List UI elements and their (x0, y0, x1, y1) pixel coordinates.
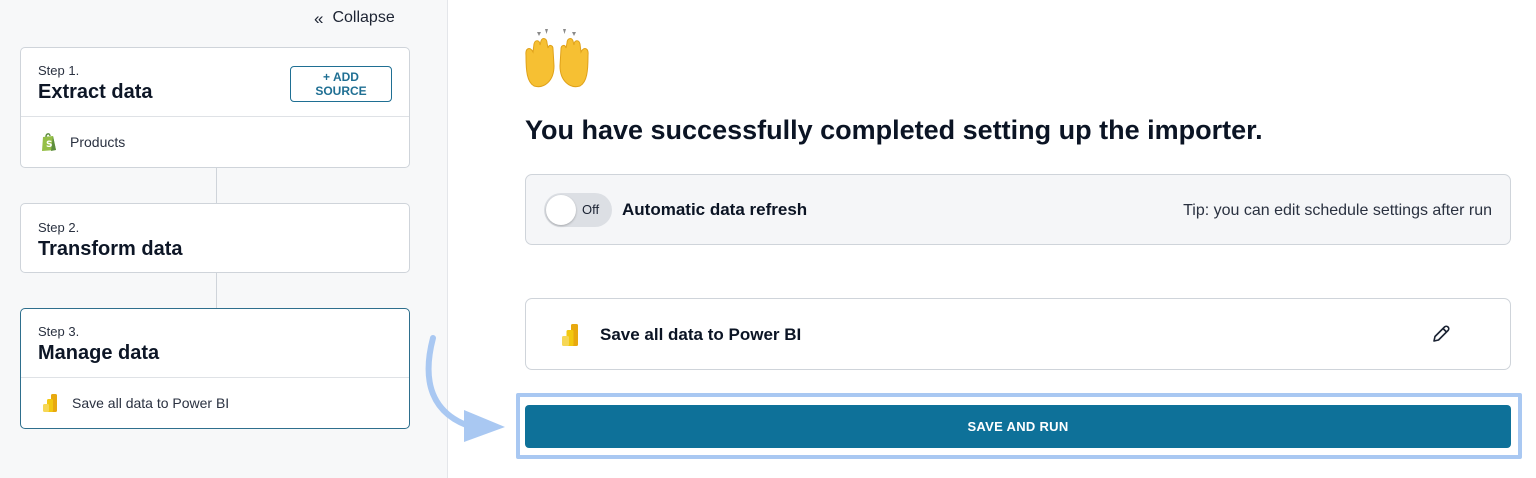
add-source-button[interactable]: + ADD SOURCE (290, 66, 392, 102)
shopify-icon: S (40, 132, 58, 152)
step-title: Transform data (38, 238, 183, 260)
step-connector (216, 273, 217, 308)
destination-panel: Save all data to Power BI (525, 298, 1511, 370)
power-bi-icon (559, 323, 581, 347)
destination-item-label: Save all data to Power BI (72, 395, 230, 411)
step-card-manage[interactable]: Step 3. Manage data Save all data to Pow… (20, 308, 410, 429)
auto-refresh-label: Automatic data refresh (622, 200, 808, 219)
toggle-knob (546, 195, 576, 225)
schedule-tip: Tip: you can edit schedule settings afte… (1183, 202, 1492, 219)
save-and-run-button[interactable]: SAVE AND RUN (525, 405, 1511, 448)
step-number: Step 3. (38, 324, 80, 339)
success-heading: You have successfully completed setting … (525, 115, 1263, 145)
source-item-products[interactable]: S Products (21, 116, 409, 167)
destination-label: Save all data to Power BI (600, 325, 802, 344)
step-card-extract[interactable]: Step 1. Extract data + ADD SOURCE S Prod… (20, 47, 410, 168)
double-chevron-left-icon: « (314, 8, 324, 28)
step-card-transform[interactable]: Step 2. Transform data (20, 203, 410, 273)
collapse-label: Collapse (332, 9, 395, 26)
source-item-label: Products (70, 134, 126, 150)
main-content: You have successfully completed setting … (448, 0, 1536, 478)
destination-item-power-bi[interactable]: Save all data to Power BI (21, 377, 409, 428)
toggle-state-label: Off (582, 202, 600, 217)
svg-text:S: S (46, 140, 52, 150)
raising-hands-icon (525, 29, 589, 88)
collapse-button[interactable]: « Collapse (314, 7, 395, 29)
step-title: Extract data (38, 81, 153, 103)
step-number: Step 2. (38, 220, 80, 235)
power-bi-icon (40, 393, 60, 413)
auto-refresh-toggle[interactable]: Off (544, 193, 612, 227)
step-connector (216, 168, 217, 203)
pencil-icon[interactable] (1430, 323, 1452, 345)
step-title: Manage data (38, 342, 160, 364)
auto-refresh-panel: Off Automatic data refresh Tip: you can … (525, 174, 1511, 245)
steps-sidebar: « Collapse Step 1. Extract data + ADD SO… (0, 0, 448, 478)
step-number: Step 1. (38, 63, 80, 78)
